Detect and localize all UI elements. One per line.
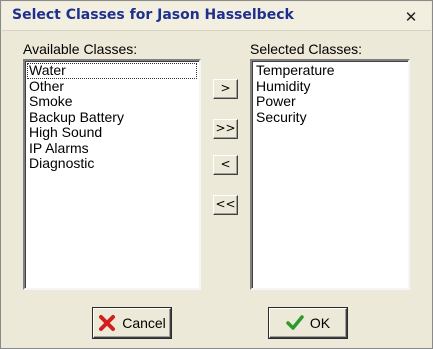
ok-button-label: OK xyxy=(309,315,331,331)
available-class-item[interactable]: Diagnostic xyxy=(27,155,199,172)
cancel-button-label: Cancel xyxy=(122,315,166,331)
remove-class-button[interactable]: < xyxy=(213,155,238,175)
close-button[interactable]: ✕ xyxy=(400,8,422,26)
available-class-item[interactable]: Backup Battery xyxy=(27,109,199,126)
red-x-icon xyxy=(98,314,116,332)
selected-classes-label: Selected Classes: xyxy=(250,41,363,57)
available-classes-list[interactable]: Water Other Smoke Backup Battery High So… xyxy=(23,59,201,290)
title-bar[interactable]: Select Classes for Jason Hasselbeck ✕ xyxy=(2,2,431,31)
selected-class-item[interactable]: Security xyxy=(254,109,408,126)
cancel-button[interactable]: Cancel xyxy=(93,308,171,338)
available-classes-label: Available Classes: xyxy=(23,41,138,57)
selected-class-item[interactable]: Power xyxy=(254,93,408,110)
ok-button[interactable]: OK xyxy=(269,308,347,338)
selected-class-item[interactable]: Humidity xyxy=(254,78,408,95)
add-all-classes-button[interactable]: >> xyxy=(213,119,238,139)
green-checkmark-icon xyxy=(286,314,304,332)
selected-class-item[interactable]: Temperature xyxy=(254,62,408,79)
remove-all-classes-button[interactable]: << xyxy=(213,195,238,215)
available-class-item[interactable]: IP Alarms xyxy=(27,140,199,157)
available-class-item[interactable]: Water xyxy=(27,62,197,79)
add-class-button[interactable]: > xyxy=(213,79,238,99)
available-class-item[interactable]: Other xyxy=(27,78,199,95)
available-class-item[interactable]: Smoke xyxy=(27,93,199,110)
window-title: Select Classes for Jason Hasselbeck xyxy=(12,7,294,23)
available-class-item[interactable]: High Sound xyxy=(27,124,199,141)
select-classes-dialog: Select Classes for Jason Hasselbeck ✕ Av… xyxy=(0,0,433,349)
selected-classes-list[interactable]: Temperature Humidity Power Security xyxy=(250,59,410,290)
